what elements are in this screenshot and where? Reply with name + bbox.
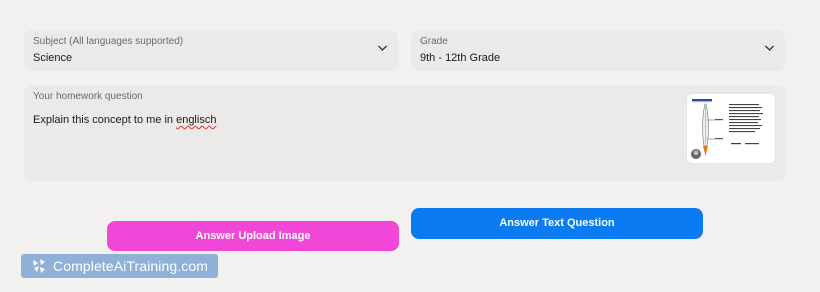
- logo-icon: [33, 259, 45, 273]
- grade-label: Grade: [420, 36, 448, 47]
- misspelled-word: englisch: [176, 114, 217, 126]
- answer-text-question-button[interactable]: Answer Text Question: [411, 208, 703, 239]
- homework-question-field[interactable]: Your homework question Explain this conc…: [24, 85, 786, 181]
- subject-label: Subject (All languages supported): [33, 36, 184, 47]
- chevron-down-icon[interactable]: [377, 44, 388, 52]
- attached-image-thumbnail[interactable]: ⊗: [686, 93, 776, 164]
- question-input[interactable]: Explain this concept to me in englisch: [33, 113, 776, 127]
- watermark: CompleteAiTraining.com: [21, 254, 218, 278]
- subject-select[interactable]: Subject (All languages supported) Scienc…: [24, 30, 398, 71]
- subject-value: Science: [33, 52, 73, 64]
- chevron-down-icon[interactable]: [764, 44, 775, 52]
- remove-icon[interactable]: ⊗: [691, 149, 701, 159]
- question-label: Your homework question: [33, 91, 143, 102]
- question-text: Explain this concept to me in: [33, 114, 177, 126]
- watermark-text: CompleteAiTraining.com: [53, 258, 208, 274]
- grade-value: 9th - 12th Grade: [420, 52, 501, 64]
- answer-upload-image-button[interactable]: Answer Upload Image: [107, 221, 399, 251]
- grade-select[interactable]: Grade 9th - 12th Grade: [411, 30, 785, 71]
